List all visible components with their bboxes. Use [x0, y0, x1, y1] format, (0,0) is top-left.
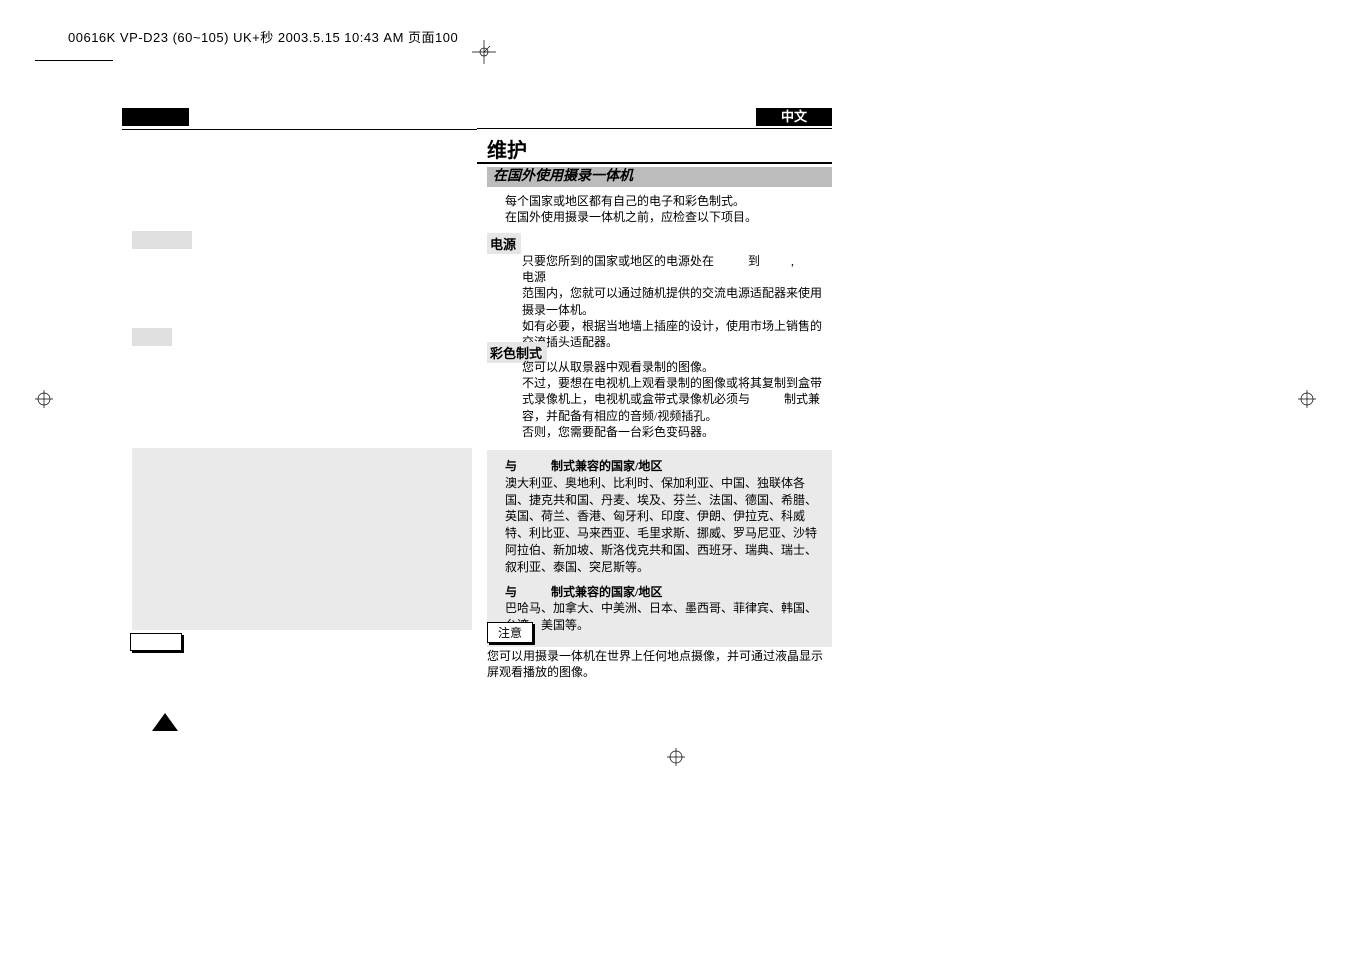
register-mark-left [35, 390, 53, 408]
color-body: 您可以从取景器中观看录制的图像。 不过，要想在电视机上观看录制的图像或将其复制到… [522, 359, 827, 440]
language-label: 中文 [756, 108, 832, 126]
left-lang-bar [122, 108, 189, 126]
register-mark-right [1298, 390, 1316, 408]
crop-rule-top-left [35, 60, 113, 61]
compat-panel: 与 制式兼容的国家/地区 澳大利亚、奥地利、比利时、保加利亚、中国、独联体各国、… [487, 450, 832, 647]
left-panel-placeholder [132, 448, 472, 630]
fold-mark-top [472, 40, 496, 64]
compat2-body: 巴哈马、加拿大、中美洲、日本、墨西哥、菲律宾、韩国、台湾、美国等。 [505, 600, 824, 634]
title-bottom-rule [477, 162, 832, 164]
left-note-placeholder [130, 633, 182, 651]
compat1-body: 澳大利亚、奥地利、比利时、保加利亚、中国、独联体各国、捷克共和国、丹麦、埃及、芬… [505, 475, 824, 576]
power-body: 只要您所到的国家或地区的电源处在 到 , 电源 范围内，您就可以通过随机提供的交… [522, 253, 827, 350]
section-title: 维护 [487, 134, 527, 163]
left-label-placeholder-2 [132, 328, 172, 346]
note-label: 注意 [487, 622, 533, 643]
compat1-heading: 与 制式兼容的国家/地区 [505, 458, 824, 475]
left-title-area [122, 129, 477, 177]
compat2-heading: 与 制式兼容的国家/地区 [505, 584, 824, 601]
subsection-bar: 在国外使用摄录一体机 [487, 167, 832, 187]
left-label-placeholder-1 [132, 231, 192, 249]
title-top-rule [477, 128, 832, 129]
file-header-text: 00616K VP-D23 (60~105) UK+秒 2003.5.15 10… [68, 30, 458, 45]
register-mark-bottom [667, 748, 685, 766]
file-header: 00616K VP-D23 (60~105) UK+秒 2003.5.15 10… [68, 27, 458, 46]
crop-rule-top-right [1238, 60, 1316, 61]
intro-text: 每个国家或地区都有自己的电子和彩色制式。 在国外使用摄录一体机之前，应检查以下项… [505, 193, 827, 225]
power-label: 电源 [487, 233, 521, 254]
note-body: 您可以用摄录一体机在世界上任何地点摄像，并可通过液晶显示屏观看播放的图像。 [487, 648, 827, 680]
left-page-arrow-icon [152, 713, 178, 731]
